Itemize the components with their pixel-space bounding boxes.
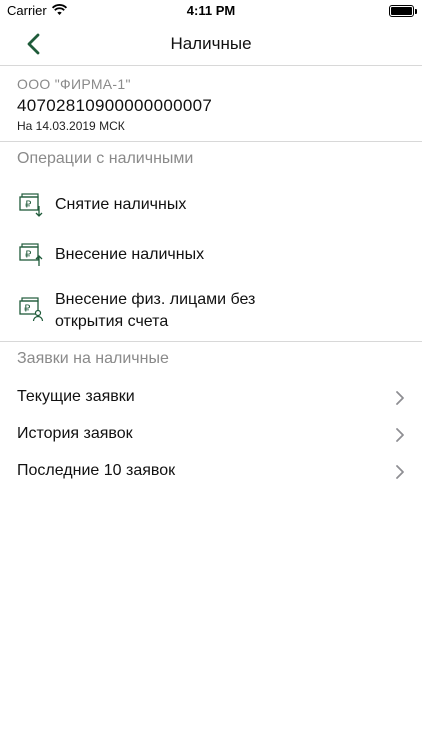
last-10-requests-label: Последние 10 заявок (17, 462, 176, 479)
chevron-right-icon (396, 391, 404, 405)
last-10-requests-item[interactable]: Последние 10 заявок (0, 454, 422, 490)
cash-deposit-icon: ₽ (18, 242, 44, 268)
account-number: 40702810900000000007 (17, 96, 213, 115)
account-date: На 14.03.2019 МСК (17, 119, 125, 133)
chevron-right-icon (396, 428, 404, 442)
company-name: ООО "ФИРМА-1" (17, 76, 131, 92)
cash-person-deposit-label-line1: Внесение физ. лицами без (55, 291, 256, 308)
cash-deposit-item[interactable]: ₽ Внесение наличных (0, 240, 422, 270)
request-history-item[interactable]: История заявок (0, 417, 422, 453)
page-title: Наличные (170, 34, 252, 53)
account-info: ООО "ФИРМА-1" 40702810900000000007 На 14… (0, 67, 422, 142)
cash-person-deposit-item[interactable]: ₽ Внесение физ. лицами без открытия счет… (0, 288, 422, 334)
svg-text:₽: ₽ (24, 304, 31, 315)
svg-text:₽: ₽ (25, 250, 32, 261)
operations-section-header: Операции с наличными (17, 150, 194, 167)
status-bar: Carrier 4:11 PM (0, 0, 422, 22)
cash-withdraw-icon: ₽ (18, 192, 44, 218)
navigation-bar: Наличные (0, 22, 422, 66)
battery-icon (389, 5, 417, 17)
cash-withdraw-item[interactable]: ₽ Снятие наличных (0, 190, 422, 220)
current-requests-item[interactable]: Текущие заявки (0, 380, 422, 416)
status-time: 4:11 PM (186, 3, 236, 18)
cash-withdraw-label: Снятие наличных (55, 196, 187, 213)
section-divider (0, 341, 422, 342)
requests-section-header: Заявки на наличные (17, 350, 169, 367)
chevron-right-icon (396, 465, 404, 479)
cash-deposit-label: Внесение наличных (55, 246, 205, 263)
cash-person-icon: ₽ (18, 296, 44, 322)
cash-person-deposit-label: Внесение физ. лицами без открытия счета (55, 289, 255, 333)
svg-text:₽: ₽ (25, 200, 32, 211)
cash-person-deposit-label-line2: открытия счета (55, 313, 169, 330)
request-history-label: История заявок (17, 425, 133, 442)
current-requests-label: Текущие заявки (17, 388, 135, 405)
